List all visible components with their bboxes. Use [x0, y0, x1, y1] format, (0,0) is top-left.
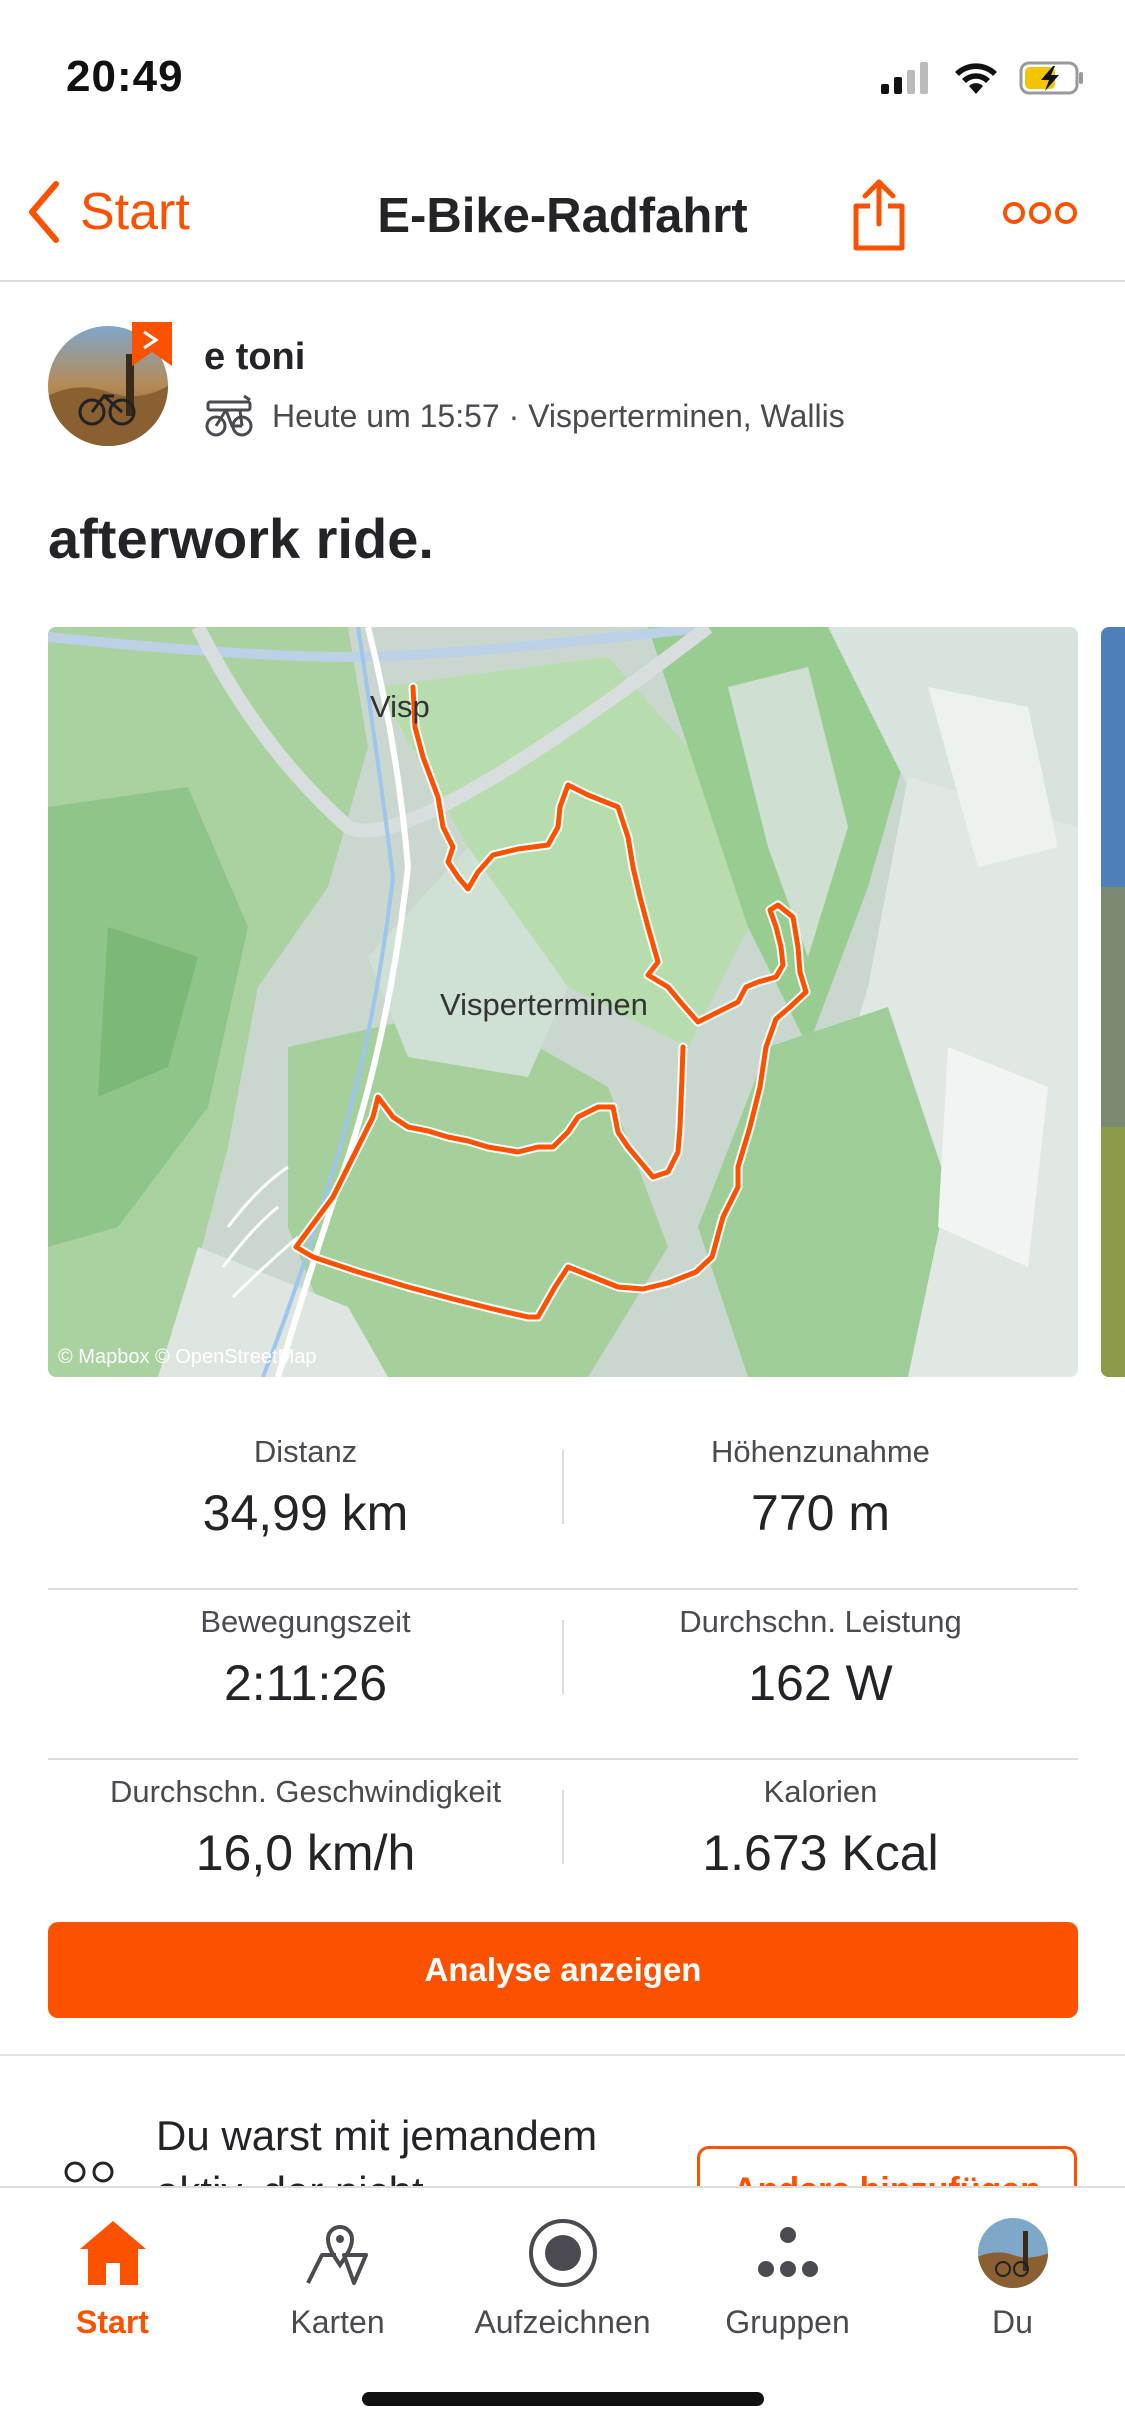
stat-moving-time: Bewegungszeit 2:11:26	[48, 1590, 563, 1760]
ebike-icon	[205, 394, 253, 437]
tab-maps[interactable]: Karten	[225, 2208, 450, 2358]
stat-avg-speed: Durchschn. Geschwindigkeit 16,0 km/h	[48, 1760, 563, 1930]
tab-label: Start	[76, 2304, 149, 2340]
route-map[interactable]: Visp Visperterminen © Mapbox © OpenStree…	[48, 627, 1078, 1377]
activity-meta: Heute um 15:57 · Visperterminen, Wallis	[204, 394, 845, 438]
photo-thumbnail	[1101, 627, 1125, 1377]
map-label-visperterminen: Visperterminen	[440, 987, 648, 1022]
author-name[interactable]: e toni	[204, 336, 305, 379]
author-header: e toni Heute um 15:57 · Visperterminen, …	[48, 322, 1088, 456]
tab-label: Karten	[290, 2304, 385, 2340]
stat-value: 162 W	[748, 1655, 893, 1711]
tab-record[interactable]: Aufzeichnen	[450, 2208, 675, 2358]
stat-value: 1.673 Kcal	[702, 1825, 939, 1881]
tab-label: Du	[992, 2304, 1033, 2340]
tab-label: Aufzeichnen	[474, 2304, 651, 2340]
subscriber-badge-icon	[132, 322, 172, 366]
tab-label: Gruppen	[725, 2304, 850, 2340]
wifi-icon	[955, 63, 997, 94]
next-photo-peek[interactable]	[1101, 627, 1125, 1377]
stat-label: Kalorien	[763, 1774, 878, 1809]
stat-value: 770 m	[751, 1485, 890, 1541]
stat-elevation-gain: Höhenzunahme 770 m	[563, 1420, 1078, 1590]
home-icon	[79, 2221, 146, 2285]
map-attribution[interactable]: © Mapbox © OpenStreetMap	[58, 1346, 317, 1369]
stat-label: Höhenzunahme	[711, 1434, 930, 1469]
stat-avg-power: Durchschn. Leistung 162 W	[563, 1590, 1078, 1760]
more-horizontal-icon	[1003, 202, 1077, 224]
show-analysis-button[interactable]: Analyse anzeigen	[48, 1922, 1078, 2018]
activity-title: afterwork ride.	[48, 507, 434, 570]
battery-charging-icon	[1019, 61, 1083, 95]
nav-header: Start E-Bike-Radfahrt	[0, 160, 1125, 282]
profile-avatar	[977, 2218, 1048, 2288]
stat-calories: Kalorien 1.673 Kcal	[563, 1760, 1078, 1930]
stat-label: Durchschn. Geschwindigkeit	[109, 1774, 502, 1809]
activity-meta-text: Heute um 15:57 · Visperterminen, Wallis	[272, 397, 845, 434]
stats-row-3: Durchschn. Geschwindigkeit 16,0 km/h Kal…	[48, 1760, 1078, 1930]
together-text: Du warst mit jemandem aktiv, der nicht	[156, 2112, 598, 2190]
map-pin-icon	[305, 2225, 368, 2285]
home-indicator[interactable]	[362, 2392, 764, 2406]
map-label-visp: Visp	[370, 689, 430, 724]
share-button[interactable]	[852, 178, 906, 257]
stat-distance: Distanz 34,99 km	[48, 1420, 563, 1590]
stats-row-2: Bewegungszeit 2:11:26 Durchschn. Leistun…	[48, 1590, 1078, 1760]
page-title: E-Bike-Radfahrt	[377, 189, 748, 243]
stat-label: Bewegungszeit	[200, 1604, 411, 1639]
stat-value: 34,99 km	[202, 1485, 409, 1541]
status-icons	[881, 60, 1085, 96]
tab-profile[interactable]: Du	[900, 2208, 1125, 2358]
status-bar: 20:49	[0, 0, 1125, 150]
section-divider	[0, 2054, 1125, 2056]
stat-label: Durchschn. Leistung	[679, 1604, 962, 1639]
tab-start[interactable]: Start	[0, 2208, 225, 2358]
more-options-button[interactable]	[1003, 200, 1077, 231]
stats-row-1: Distanz 34,99 km Höhenzunahme 770 m	[48, 1420, 1078, 1590]
share-icon	[853, 179, 905, 251]
add-others-button[interactable]: Andere hinzufügen	[697, 2146, 1077, 2190]
stats-grid: Distanz 34,99 km Höhenzunahme 770 m Bewe…	[48, 1420, 1078, 1930]
together-prompt: Du warst mit jemandem aktiv, der nicht A…	[0, 2080, 1125, 2190]
tab-groups[interactable]: Gruppen	[675, 2208, 900, 2358]
status-time: 20:49	[66, 52, 184, 101]
cellular-signal-icon	[881, 62, 928, 94]
record-icon	[528, 2219, 597, 2287]
stat-value: 16,0 km/h	[195, 1825, 416, 1881]
groups-icon	[757, 2227, 818, 2277]
stat-value: 2:11:26	[223, 1655, 388, 1711]
stat-label: Distanz	[253, 1434, 358, 1469]
